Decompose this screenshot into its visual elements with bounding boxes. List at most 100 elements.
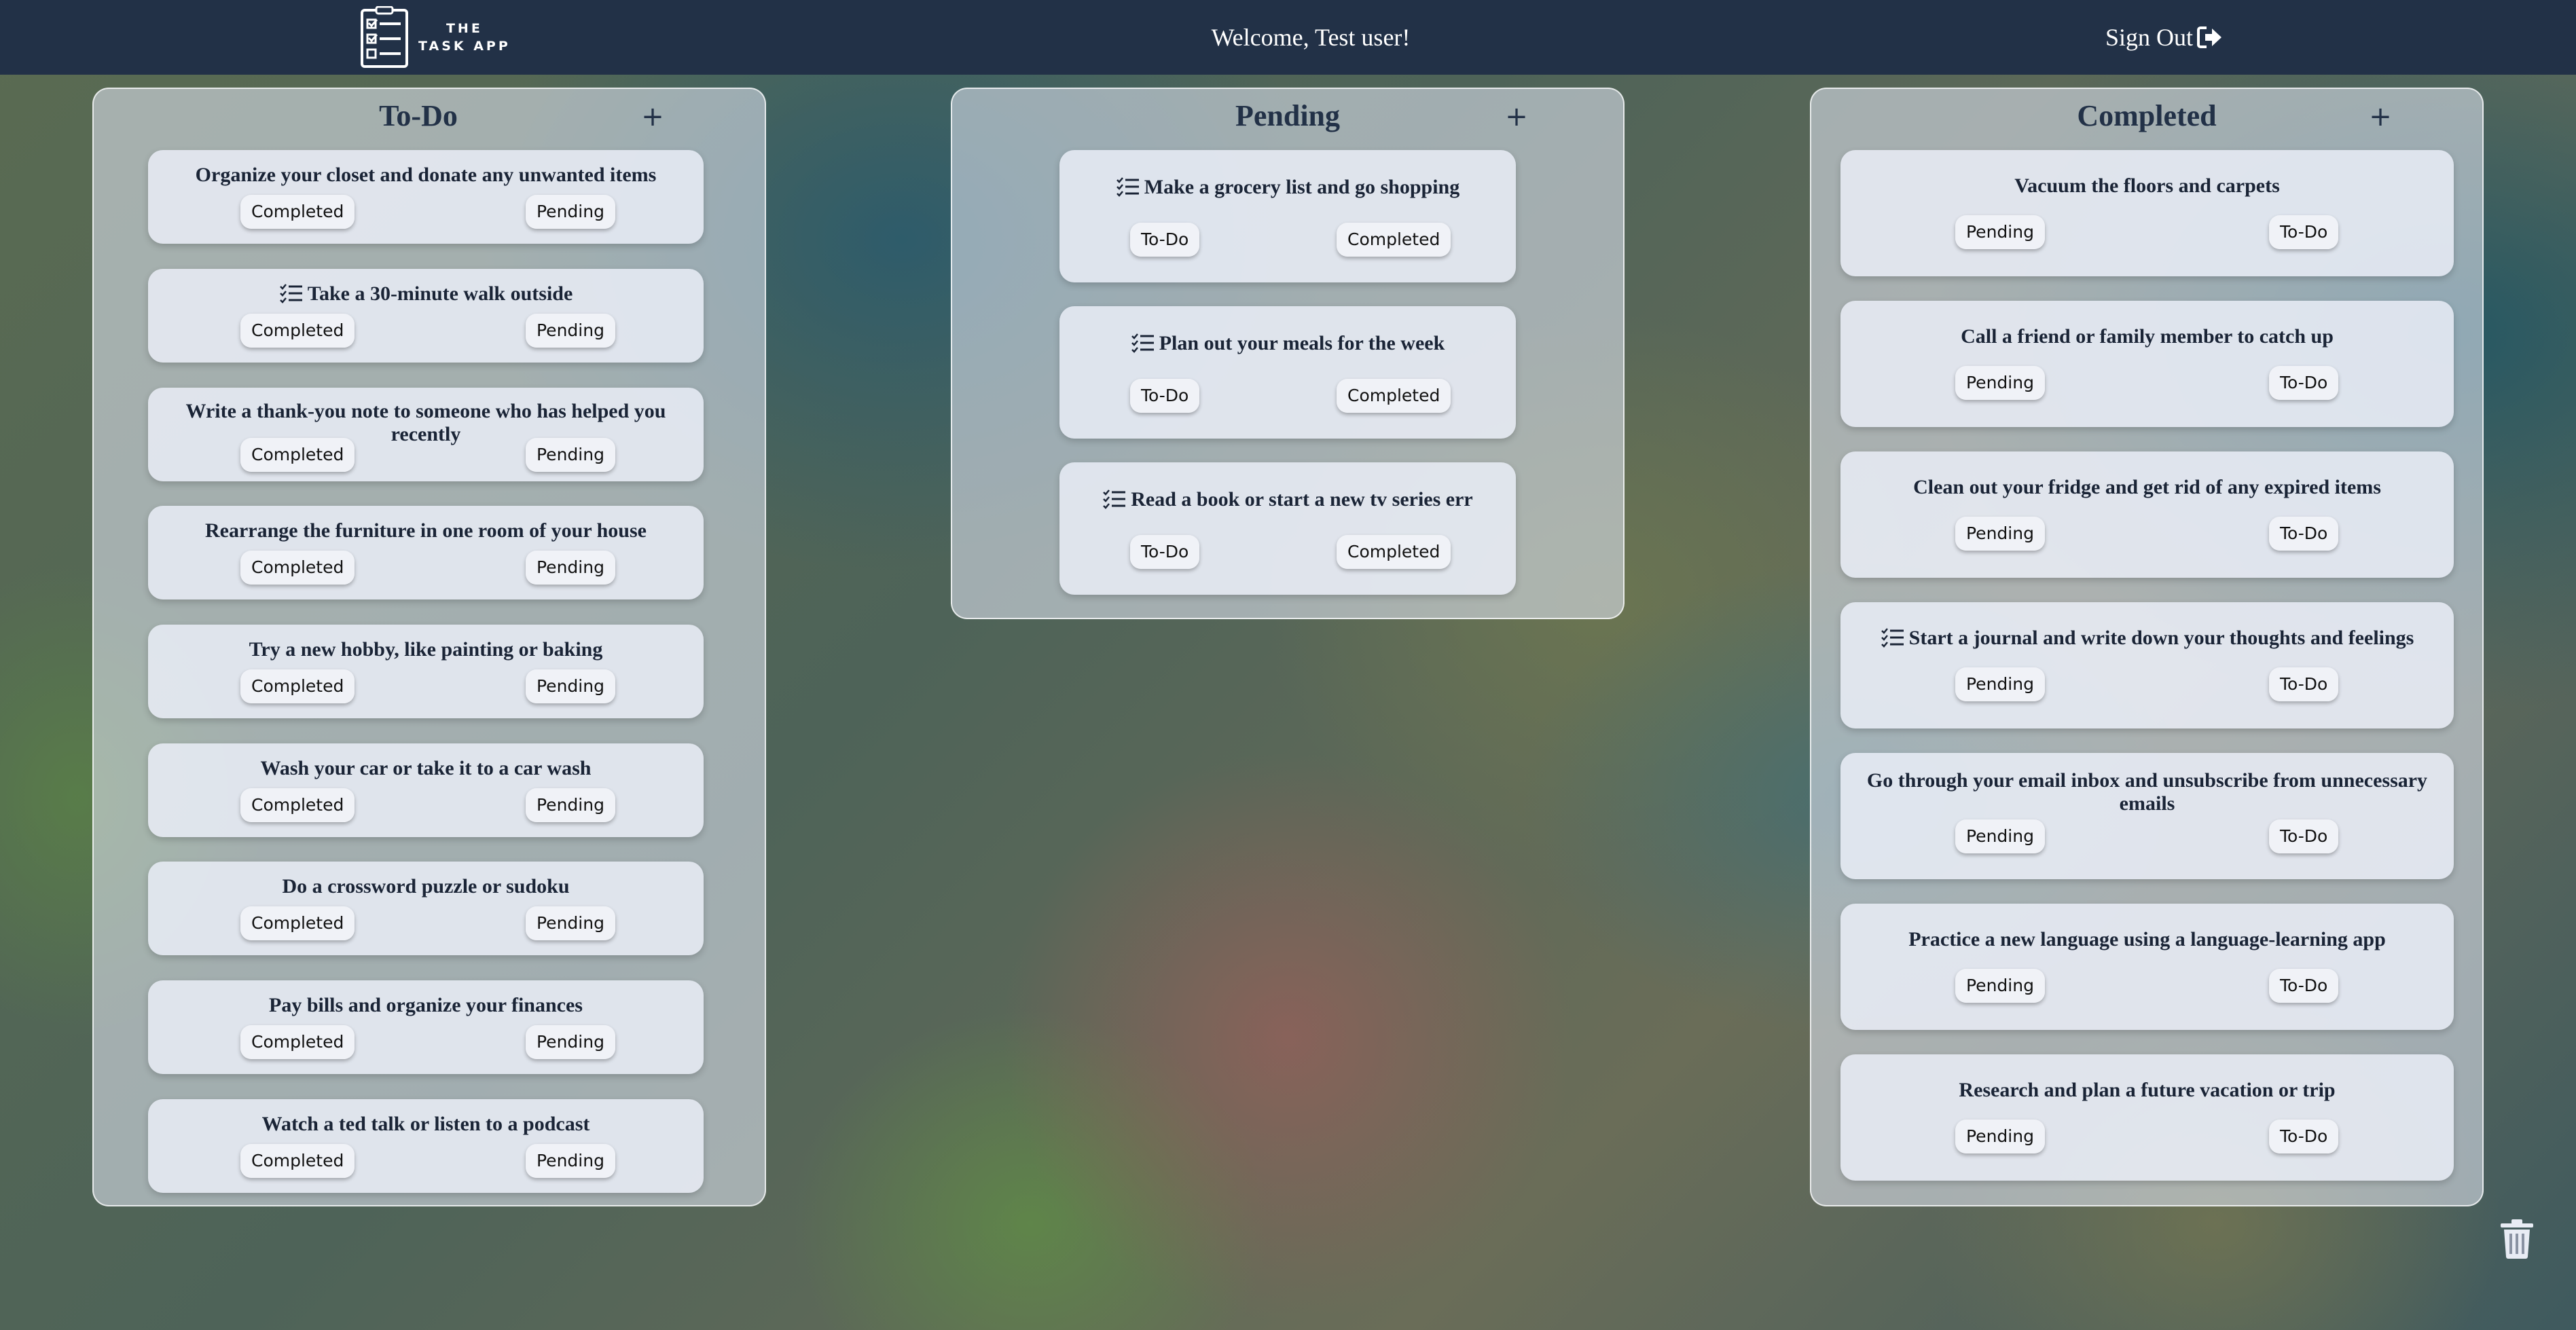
task-card[interactable]: Plan out your meals for the week To-Do C… bbox=[1059, 306, 1516, 439]
task-title: Start a journal and write down your thou… bbox=[1840, 627, 2454, 650]
task-title: Research and plan a future vacation or t… bbox=[1959, 1079, 2336, 1101]
task-title: Call a friend or family member to catch … bbox=[1961, 325, 2334, 348]
task-title: Read a book or start a new tv series err bbox=[1059, 488, 1516, 511]
move-to-pending-button[interactable]: Pending bbox=[526, 438, 615, 472]
move-to-pending-button[interactable]: Pending bbox=[1955, 1120, 2045, 1153]
move-to-completed-button[interactable]: Completed bbox=[240, 669, 355, 703]
move-to-completed-button[interactable]: Completed bbox=[240, 438, 355, 472]
task-title: Try a new hobby, like painting or baking bbox=[249, 638, 603, 661]
task-card[interactable]: Make a grocery list and go shopping To-D… bbox=[1059, 150, 1516, 282]
move-to-completed-button[interactable]: Completed bbox=[240, 788, 355, 822]
move-to-pending-button[interactable]: Pending bbox=[526, 1025, 615, 1059]
completed-column-header: Completed + bbox=[1811, 89, 2482, 150]
task-card[interactable]: Do a crossword puzzle or sudoku Complete… bbox=[148, 862, 704, 955]
task-title: Wash your car or take it to a car wash bbox=[260, 757, 592, 779]
move-to-todo-button[interactable]: To-Do bbox=[2269, 819, 2339, 853]
todo-column-header: To-Do + bbox=[94, 89, 765, 150]
sign-out-button[interactable]: Sign Out bbox=[2105, 19, 2223, 56]
move-to-completed-button[interactable]: Completed bbox=[1337, 223, 1451, 257]
task-card[interactable]: Rearrange the furniture in one room of y… bbox=[148, 506, 704, 599]
move-to-pending-button[interactable]: Pending bbox=[1955, 969, 2045, 1003]
task-title: Rearrange the furniture in one room of y… bbox=[205, 519, 647, 542]
move-to-pending-button[interactable]: Pending bbox=[526, 906, 615, 940]
move-to-completed-button[interactable]: Completed bbox=[1337, 379, 1451, 413]
task-title: Write a thank-you note to someone who ha… bbox=[185, 400, 666, 445]
task-title: Practice a new language using a language… bbox=[1908, 928, 2386, 950]
move-to-completed-button[interactable]: Completed bbox=[1337, 535, 1451, 569]
task-card[interactable]: Practice a new language using a language… bbox=[1840, 904, 2454, 1030]
move-to-todo-button[interactable]: To-Do bbox=[1130, 379, 1200, 413]
welcome-message: Welcome, Test user! bbox=[1211, 24, 1411, 51]
move-to-todo-button[interactable]: To-Do bbox=[2269, 215, 2339, 249]
top-navbar: THE TASK APP Welcome, Test user! Sign Ou… bbox=[0, 0, 2576, 75]
task-title-text: Read a book or start a new tv series err bbox=[1131, 488, 1473, 511]
move-to-todo-button[interactable]: To-Do bbox=[1130, 223, 1200, 257]
move-to-completed-button[interactable]: Completed bbox=[240, 551, 355, 585]
brand-line-1: THE bbox=[446, 21, 483, 36]
pending-column: Pending + Make a grocery list and go sho… bbox=[951, 88, 1625, 619]
task-title: Watch a ted talk or listen to a podcast bbox=[261, 1113, 590, 1135]
move-to-todo-button[interactable]: To-Do bbox=[2269, 366, 2339, 400]
move-to-pending-button[interactable]: Pending bbox=[1955, 215, 2045, 249]
move-to-todo-button[interactable]: To-Do bbox=[1130, 535, 1200, 569]
checklist-clipboard-icon bbox=[361, 6, 408, 68]
sign-out-label: Sign Out bbox=[2105, 24, 2194, 51]
task-title: Go through your email inbox and unsubscr… bbox=[1866, 769, 2428, 815]
move-to-completed-button[interactable]: Completed bbox=[240, 314, 355, 348]
task-title: Do a crossword puzzle or sudoku bbox=[282, 875, 570, 898]
trash-can-icon[interactable] bbox=[2499, 1218, 2535, 1259]
move-to-pending-button[interactable]: Pending bbox=[1955, 667, 2045, 701]
move-to-pending-button[interactable]: Pending bbox=[1955, 366, 2045, 400]
task-title: Organize your closet and donate any unwa… bbox=[195, 164, 657, 186]
task-title: Plan out your meals for the week bbox=[1059, 332, 1516, 355]
move-to-completed-button[interactable]: Completed bbox=[240, 195, 355, 229]
move-to-todo-button[interactable]: To-Do bbox=[2269, 517, 2339, 551]
move-to-todo-button[interactable]: To-Do bbox=[2269, 969, 2339, 1003]
task-title: Vacuum the floors and carpets bbox=[2014, 174, 2280, 197]
task-card[interactable]: Watch a ted talk or listen to a podcast … bbox=[148, 1099, 704, 1193]
task-card[interactable]: Read a book or start a new tv series err… bbox=[1059, 462, 1516, 595]
task-card[interactable]: Clean out your fridge and get rid of any… bbox=[1840, 451, 2454, 578]
task-card[interactable]: Research and plan a future vacation or t… bbox=[1840, 1054, 2454, 1181]
task-card[interactable]: Organize your closet and donate any unwa… bbox=[148, 150, 704, 244]
move-to-completed-button[interactable]: Completed bbox=[240, 906, 355, 940]
checklist-icon bbox=[279, 284, 302, 303]
checklist-icon bbox=[1103, 489, 1126, 509]
move-to-pending-button[interactable]: Pending bbox=[526, 1144, 615, 1178]
task-card[interactable]: Go through your email inbox and unsubscr… bbox=[1840, 753, 2454, 879]
task-title: Take a 30-minute walk outside bbox=[148, 282, 704, 306]
checklist-icon bbox=[1131, 333, 1154, 353]
move-to-completed-button[interactable]: Completed bbox=[240, 1025, 355, 1059]
task-title-text: Start a journal and write down your thou… bbox=[1908, 627, 2414, 649]
add-todo-button[interactable]: + bbox=[636, 100, 670, 134]
task-card[interactable]: Wash your car or take it to a car wash C… bbox=[148, 743, 704, 837]
move-to-pending-button[interactable]: Pending bbox=[526, 314, 615, 348]
add-completed-button[interactable]: + bbox=[2363, 100, 2397, 134]
move-to-pending-button[interactable]: Pending bbox=[1955, 819, 2045, 853]
move-to-pending-button[interactable]: Pending bbox=[1955, 517, 2045, 551]
todo-column: To-Do + Organize your closet and donate … bbox=[92, 88, 766, 1206]
task-title-text: Make a grocery list and go shopping bbox=[1144, 176, 1460, 198]
sign-out-arrow-icon bbox=[2197, 26, 2222, 48]
task-card[interactable]: Pay bills and organize your finances Com… bbox=[148, 980, 704, 1074]
move-to-pending-button[interactable]: Pending bbox=[526, 551, 615, 585]
checklist-icon bbox=[1881, 628, 1904, 648]
move-to-pending-button[interactable]: Pending bbox=[526, 788, 615, 822]
move-to-pending-button[interactable]: Pending bbox=[526, 195, 615, 229]
app-brand[interactable]: THE TASK APP bbox=[360, 6, 511, 69]
task-card[interactable]: Take a 30-minute walk outside Completed … bbox=[148, 269, 704, 363]
move-to-pending-button[interactable]: Pending bbox=[526, 669, 615, 703]
task-title-text: Take a 30-minute walk outside bbox=[307, 282, 573, 305]
task-card[interactable]: Call a friend or family member to catch … bbox=[1840, 301, 2454, 427]
move-to-todo-button[interactable]: To-Do bbox=[2269, 1120, 2339, 1153]
add-pending-button[interactable]: + bbox=[1500, 100, 1534, 134]
task-card[interactable]: Try a new hobby, like painting or baking… bbox=[148, 625, 704, 718]
task-card[interactable]: Start a journal and write down your thou… bbox=[1840, 602, 2454, 728]
move-to-completed-button[interactable]: Completed bbox=[240, 1144, 355, 1178]
checklist-icon bbox=[1116, 177, 1139, 197]
task-card[interactable]: Write a thank-you note to someone who ha… bbox=[148, 388, 704, 481]
completed-column: Completed + Vacuum the floors and carpet… bbox=[1810, 88, 2484, 1206]
move-to-todo-button[interactable]: To-Do bbox=[2269, 667, 2339, 701]
brand-name: THE TASK APP bbox=[418, 20, 511, 55]
task-card[interactable]: Vacuum the floors and carpets Pending To… bbox=[1840, 150, 2454, 276]
